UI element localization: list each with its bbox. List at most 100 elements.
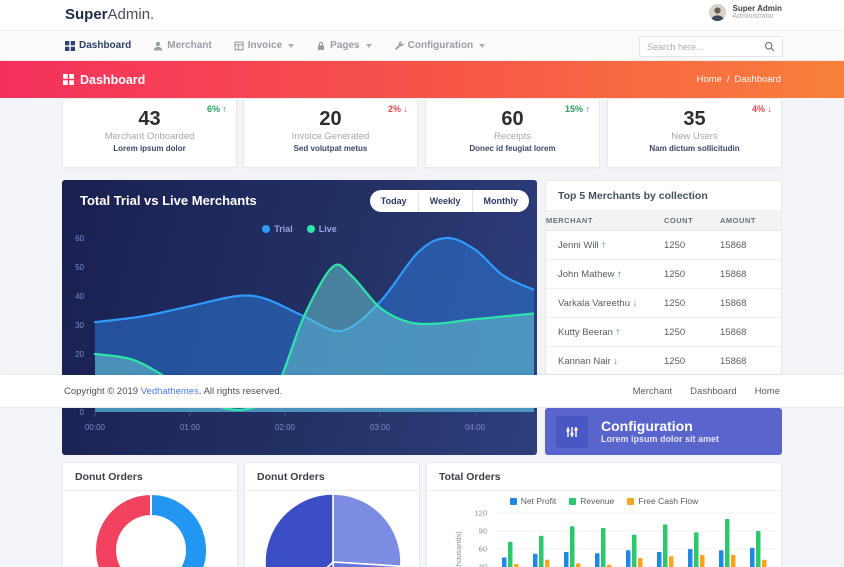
chevron-down-icon <box>479 43 486 48</box>
table-header-row: MERCHANT COUNT AMOUNT <box>546 211 781 231</box>
nav-item-configuration[interactable]: Configuration <box>394 40 486 51</box>
trend-arrow-icon: ↑ <box>585 104 591 114</box>
table-row: John Mathew ↑ 1250 15868 <box>546 260 781 289</box>
donut-chart <box>94 493 208 567</box>
stat-subtext: Lorem ipsum dolor <box>113 144 186 153</box>
stat-card-receipts: 15% ↑ 60 Receipts Donec id feugiat lorem <box>425 98 600 168</box>
nav-item-label: Dashboard <box>79 40 132 51</box>
trend-arrow-icon: ↓ <box>632 297 638 309</box>
legend-label: Net Profit <box>520 496 557 506</box>
main-nav: Dashboard Merchant Invoice Pages Configu… <box>0 30 844 61</box>
person-icon <box>154 41 163 50</box>
svg-text:120: 120 <box>474 509 487 518</box>
svg-text:00:00: 00:00 <box>85 423 106 432</box>
nav-item-label: Merchant <box>167 40 212 51</box>
invoice-icon <box>234 41 244 50</box>
footer-link-merchant[interactable]: Merchant <box>633 386 673 397</box>
svg-text:03:00: 03:00 <box>370 423 391 432</box>
user-role: Administrator <box>732 13 774 21</box>
nav-item-invoice[interactable]: Invoice <box>234 40 295 51</box>
table-title: Top 5 Merchants by collection <box>546 181 781 211</box>
svg-text:30: 30 <box>75 321 84 330</box>
trend-arrow-icon: ↑ <box>222 104 228 114</box>
trial-vs-live-chart-card: Total Trial vs Live Merchants Today Week… <box>62 180 537 455</box>
stat-subtext: Nam dictum sollicitudin <box>649 144 740 153</box>
stat-label: Receipts <box>494 131 531 142</box>
svg-text:04:00: 04:00 <box>465 423 486 432</box>
legend-label: Revenue <box>580 496 615 506</box>
trend-arrow-icon: ↑ <box>615 326 621 338</box>
donut-orders-card-1: Donut Orders <box>62 462 238 567</box>
net-profit-legend-swatch <box>509 497 517 505</box>
svg-text:02:00: 02:00 <box>275 423 296 432</box>
breadcrumb-home[interactable]: Home <box>697 74 722 85</box>
bar-chart-legend: Net Profit Revenue Free Cash Flow <box>427 496 781 506</box>
footer-link-dashboard[interactable]: Dashboard <box>690 386 736 397</box>
app-logo[interactable]: SuperAdmin. <box>65 6 154 23</box>
stat-label: New Users <box>671 131 718 142</box>
nav-item-dashboard[interactable]: Dashboard <box>65 40 131 51</box>
revenue-legend-swatch <box>569 497 577 505</box>
logo-bold: Super <box>65 6 108 23</box>
nav-item-merchant[interactable]: Merchant <box>153 40 212 51</box>
trend-arrow-icon: ↓ <box>767 104 773 114</box>
stat-card-new-users: 4% ↓ 35 New Users Nam dictum sollicitudi… <box>607 98 782 168</box>
svg-text:0: 0 <box>80 408 85 417</box>
stat-card-invoice-generated: 2% ↓ 20 Invoice Generated Sed volutpat m… <box>243 98 418 168</box>
footer-links: Merchant Dashboard Home <box>633 386 780 397</box>
card-title: Total Orders <box>427 463 781 491</box>
nav-item-pages[interactable]: Pages <box>316 40 372 51</box>
svg-text:20: 20 <box>75 350 84 359</box>
trend-arrow-icon: ↓ <box>403 104 409 114</box>
stat-trend: 2% ↓ <box>387 104 409 114</box>
pie-chart <box>264 493 402 567</box>
vedhathemes-link[interactable]: Vedhathemes <box>141 386 199 397</box>
svg-text:90: 90 <box>479 527 487 536</box>
search-box <box>639 36 783 57</box>
table-row: Jenni Will ↑ 1250 15868 <box>546 231 781 260</box>
donut-orders-card-2: Donut Orders <box>244 462 420 567</box>
col-amount: AMOUNT <box>720 216 756 225</box>
footer: Copyright © 2019 Vedhathemes. All rights… <box>0 375 844 408</box>
search-icon[interactable] <box>764 41 775 52</box>
config-card-subtitle: Lorem ipsum dolor sit amet <box>601 434 720 445</box>
nav-item-label: Pages <box>330 40 360 51</box>
user-menu[interactable]: Super Admin Administrator <box>708 4 782 22</box>
search-input[interactable] <box>647 41 764 52</box>
trend-arrow-icon: ↑ <box>617 268 622 280</box>
svg-text:(thousands): (thousands) <box>454 531 463 567</box>
logo-light: Admin. <box>107 6 155 23</box>
stat-card-merchant-onboarded: 6% ↑ 43 Merchant Onboarded Lorem ipsum d… <box>62 98 237 168</box>
avatar <box>708 4 726 22</box>
col-count: COUNT <box>664 216 694 225</box>
free-cash-flow-legend-swatch <box>627 497 635 505</box>
bar-chart-plot: 120 90 60 30 (thousands) <box>454 509 775 567</box>
table-row: Kannan Nair ↓ 1250 15868 <box>546 347 781 374</box>
page-title-wrap: Dashboard <box>63 73 145 87</box>
table-row: Kutty Beeran ↑ 1250 15868 <box>546 318 781 347</box>
wrench-icon <box>394 40 404 50</box>
col-merchant: MERCHANT <box>546 216 593 225</box>
table-row: Varkala Vareethu ↓ 1250 15868 <box>546 289 781 318</box>
app-header: SuperAdmin. Super Admin Administrator <box>0 0 844 30</box>
page-title: Dashboard <box>80 72 146 87</box>
footer-link-home[interactable]: Home <box>755 386 780 397</box>
grid-icon <box>63 74 74 85</box>
svg-text:01:00: 01:00 <box>180 423 201 432</box>
stat-subtext: Donec id feugiat lorem <box>469 144 556 153</box>
trend-arrow-icon: ↑ <box>601 239 607 251</box>
stat-subtext: Sed volutpat metus <box>293 144 368 153</box>
total-orders-card: Total Orders Net Profit Revenue Free Cas… <box>426 462 782 567</box>
chevron-down-icon <box>365 43 372 48</box>
breadcrumb: Home / Dashboard <box>697 74 781 85</box>
stat-label: Invoice Generated <box>291 131 370 142</box>
breadcrumb-current: Dashboard <box>734 74 781 85</box>
svg-text:30: 30 <box>479 563 487 567</box>
page-banner: Dashboard Home / Dashboard <box>0 61 844 98</box>
svg-text:60: 60 <box>75 234 84 243</box>
stat-trend: 6% ↑ <box>206 104 228 114</box>
lock-icon <box>318 41 325 50</box>
nav-item-label: Invoice <box>247 40 283 51</box>
config-card-title: Configuration <box>601 418 693 435</box>
configuration-shortcut-card[interactable]: Configuration Lorem ipsum dolor sit amet <box>545 408 782 455</box>
